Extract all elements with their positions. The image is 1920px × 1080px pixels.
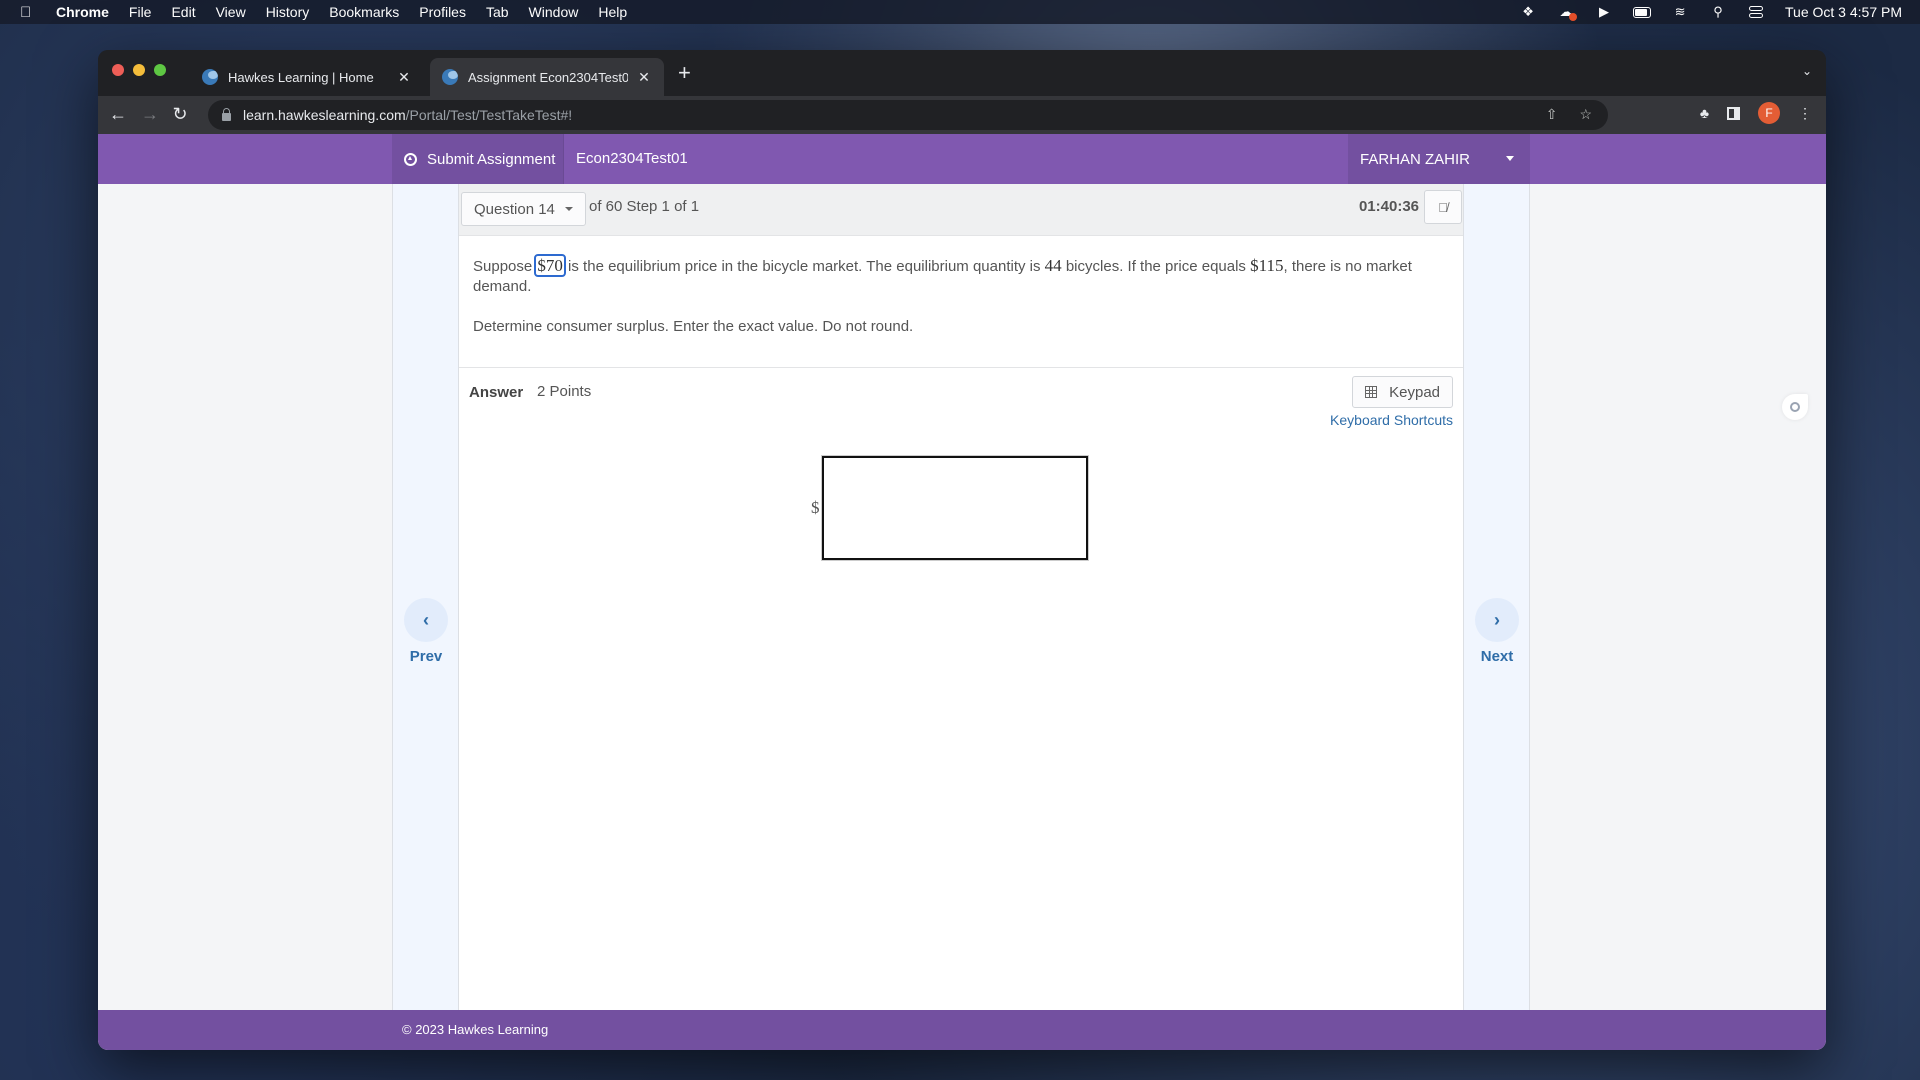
keyboard-shortcuts-link[interactable]: Keyboard Shortcuts [1330, 412, 1453, 428]
tab-title: Hawkes Learning | Home [228, 69, 374, 85]
next-column: › Next [1464, 184, 1530, 1010]
copyright-text: © 2023 Hawkes Learning [402, 1022, 549, 1037]
menu-profiles[interactable]: Profiles [419, 4, 466, 20]
hide-timer-button[interactable]: 👁̸ [1424, 190, 1462, 224]
side-panel-icon[interactable] [1727, 106, 1740, 120]
spotlight-search-icon[interactable]: ⚲ [1709, 4, 1727, 19]
menu-bookmarks[interactable]: Bookmarks [329, 4, 399, 20]
browser-toolbar: ← → ↻ learn.hawkeslearning.com/Portal/Te… [98, 96, 1826, 134]
menu-app-chrome[interactable]: Chrome [56, 4, 109, 20]
zoom-window-button[interactable] [154, 64, 166, 76]
tab-search-chevron-icon[interactable]: ⌄ [1802, 64, 1812, 78]
question-text-part: bicycles. If the price equals [1061, 258, 1251, 275]
hawkes-favicon-icon [202, 69, 218, 85]
upload-circle-icon [404, 152, 417, 166]
caret-down-icon [1506, 156, 1514, 161]
battery-icon[interactable] [1633, 5, 1652, 19]
menu-tab[interactable]: Tab [486, 4, 509, 20]
equilibrium-quantity: 44 [1044, 256, 1062, 275]
menu-bar-clock[interactable]: Tue Oct 3 4:57 PM [1785, 4, 1902, 20]
submit-assignment-label: Submit Assignment [427, 150, 556, 168]
close-tab-icon[interactable]: ✕ [396, 69, 412, 86]
question-select-dropdown[interactable]: Question 14 [461, 192, 586, 226]
user-name: FARHAN ZAHIR [1360, 150, 1471, 168]
dropbox-icon[interactable]: ❖ [1519, 4, 1537, 19]
keypad-button[interactable]: Keypad [1352, 376, 1453, 408]
url-host: learn.hawkeslearning.com [243, 107, 406, 123]
close-tab-icon[interactable]: ✕ [636, 69, 652, 86]
play-icon[interactable]: ▶ [1595, 4, 1613, 19]
next-label: Next [1480, 648, 1514, 665]
next-button[interactable]: › Next [1464, 598, 1530, 665]
question-instruction: Determine consumer surplus. Enter the ex… [473, 318, 914, 335]
tab-strip: Hawkes Learning | Home ✕ Assignment Econ… [98, 50, 1826, 96]
points-value: 2 Points [537, 383, 592, 400]
prev-label: Prev [409, 648, 443, 665]
floating-assistant-widget[interactable] [1782, 394, 1808, 420]
menu-help[interactable]: Help [598, 4, 627, 20]
macos-menu-bar:  Chrome File Edit View History Bookmark… [0, 0, 1920, 24]
question-text: Suppose $70 is the equilibrium price in … [459, 236, 1463, 368]
new-tab-button[interactable]: + [678, 62, 691, 84]
page-footer: © 2023 Hawkes Learning [98, 1010, 1826, 1050]
question-select-value: Question 14 [474, 200, 555, 218]
forward-arrow-icon[interactable]: → [140, 104, 160, 125]
web-page: Submit Assignment Econ2304Test01 FARHAN … [98, 134, 1826, 1050]
menu-view[interactable]: View [216, 4, 246, 20]
chevron-left-icon: ‹ [423, 609, 429, 630]
chrome-menu-kebab-icon[interactable]: ⋮ [1798, 105, 1812, 122]
lock-icon[interactable] [222, 108, 231, 121]
chevron-right-icon: › [1494, 609, 1500, 630]
equilibrium-price[interactable]: $70 [534, 254, 566, 277]
menu-file[interactable]: File [129, 4, 152, 20]
tab-title: Assignment Econ2304Test01 ( [468, 69, 628, 85]
question-panel: Question 14 of 60 Step 1 of 1 01:40:36 👁… [458, 184, 1464, 1010]
answer-input[interactable] [820, 455, 1089, 561]
assistant-icon [1790, 402, 1800, 412]
minimize-window-button[interactable] [133, 64, 145, 76]
share-icon[interactable]: ⇧ [1546, 106, 1558, 123]
browser-tab-home[interactable]: Hawkes Learning | Home ✕ [190, 58, 424, 96]
app-header: Submit Assignment Econ2304Test01 FARHAN … [98, 134, 1826, 184]
user-menu-dropdown[interactable]: FARHAN ZAHIR [1348, 134, 1530, 184]
wifi-icon[interactable]: ≋ [1671, 4, 1689, 19]
question-bar: Question 14 of 60 Step 1 of 1 01:40:36 👁… [459, 184, 1463, 236]
apple-menu-icon[interactable]:  [20, 4, 36, 21]
dollar-prefix: $ [811, 498, 820, 517]
prev-button[interactable]: ‹ Prev [393, 598, 459, 665]
browser-window: Hawkes Learning | Home ✕ Assignment Econ… [98, 50, 1826, 1050]
address-bar[interactable]: learn.hawkeslearning.com/Portal/Test/Tes… [208, 100, 1608, 130]
extensions-puzzle-icon[interactable]: ♣ [1700, 105, 1709, 121]
question-text-part: is the equilibrium price in the bicycle … [563, 258, 1045, 275]
control-center-icon[interactable] [1747, 5, 1765, 19]
question-text-part: Suppose [473, 258, 537, 275]
browser-tab-assignment[interactable]: Assignment Econ2304Test01 ( ✕ [430, 58, 664, 96]
close-window-button[interactable] [112, 64, 124, 76]
bookmark-star-icon[interactable]: ☆ [1579, 106, 1592, 123]
menu-edit[interactable]: Edit [171, 4, 195, 20]
reload-icon[interactable]: ↻ [170, 104, 190, 125]
profile-avatar[interactable]: F [1758, 102, 1780, 124]
calculator-icon [1365, 386, 1378, 398]
window-controls [112, 64, 166, 76]
caret-down-icon [564, 207, 573, 211]
assignment-title: Econ2304Test01 [576, 150, 688, 167]
hawkes-favicon-icon [442, 69, 458, 85]
back-arrow-icon[interactable]: ← [108, 104, 128, 125]
creative-cloud-icon[interactable]: ☁ [1557, 4, 1578, 21]
submit-assignment-button[interactable]: Submit Assignment [392, 134, 564, 184]
eye-slash-icon: 👁̸ [1438, 199, 1448, 215]
menu-history[interactable]: History [266, 4, 310, 20]
answer-header: Answer 2 Points Keypad Keyboard Shortcut… [459, 368, 1463, 428]
prev-column: ‹ Prev [392, 184, 458, 1010]
timer: 01:40:36 [1358, 198, 1419, 215]
answer-label: Answer [469, 384, 524, 401]
keypad-label: Keypad [1389, 383, 1440, 401]
max-price: $115 [1250, 256, 1284, 275]
url-path: /Portal/Test/TestTakeTest#! [405, 107, 573, 123]
answer-entry: $ [811, 455, 1089, 561]
menu-window[interactable]: Window [529, 4, 579, 20]
question-progress: of 60 Step 1 of 1 [589, 198, 700, 215]
